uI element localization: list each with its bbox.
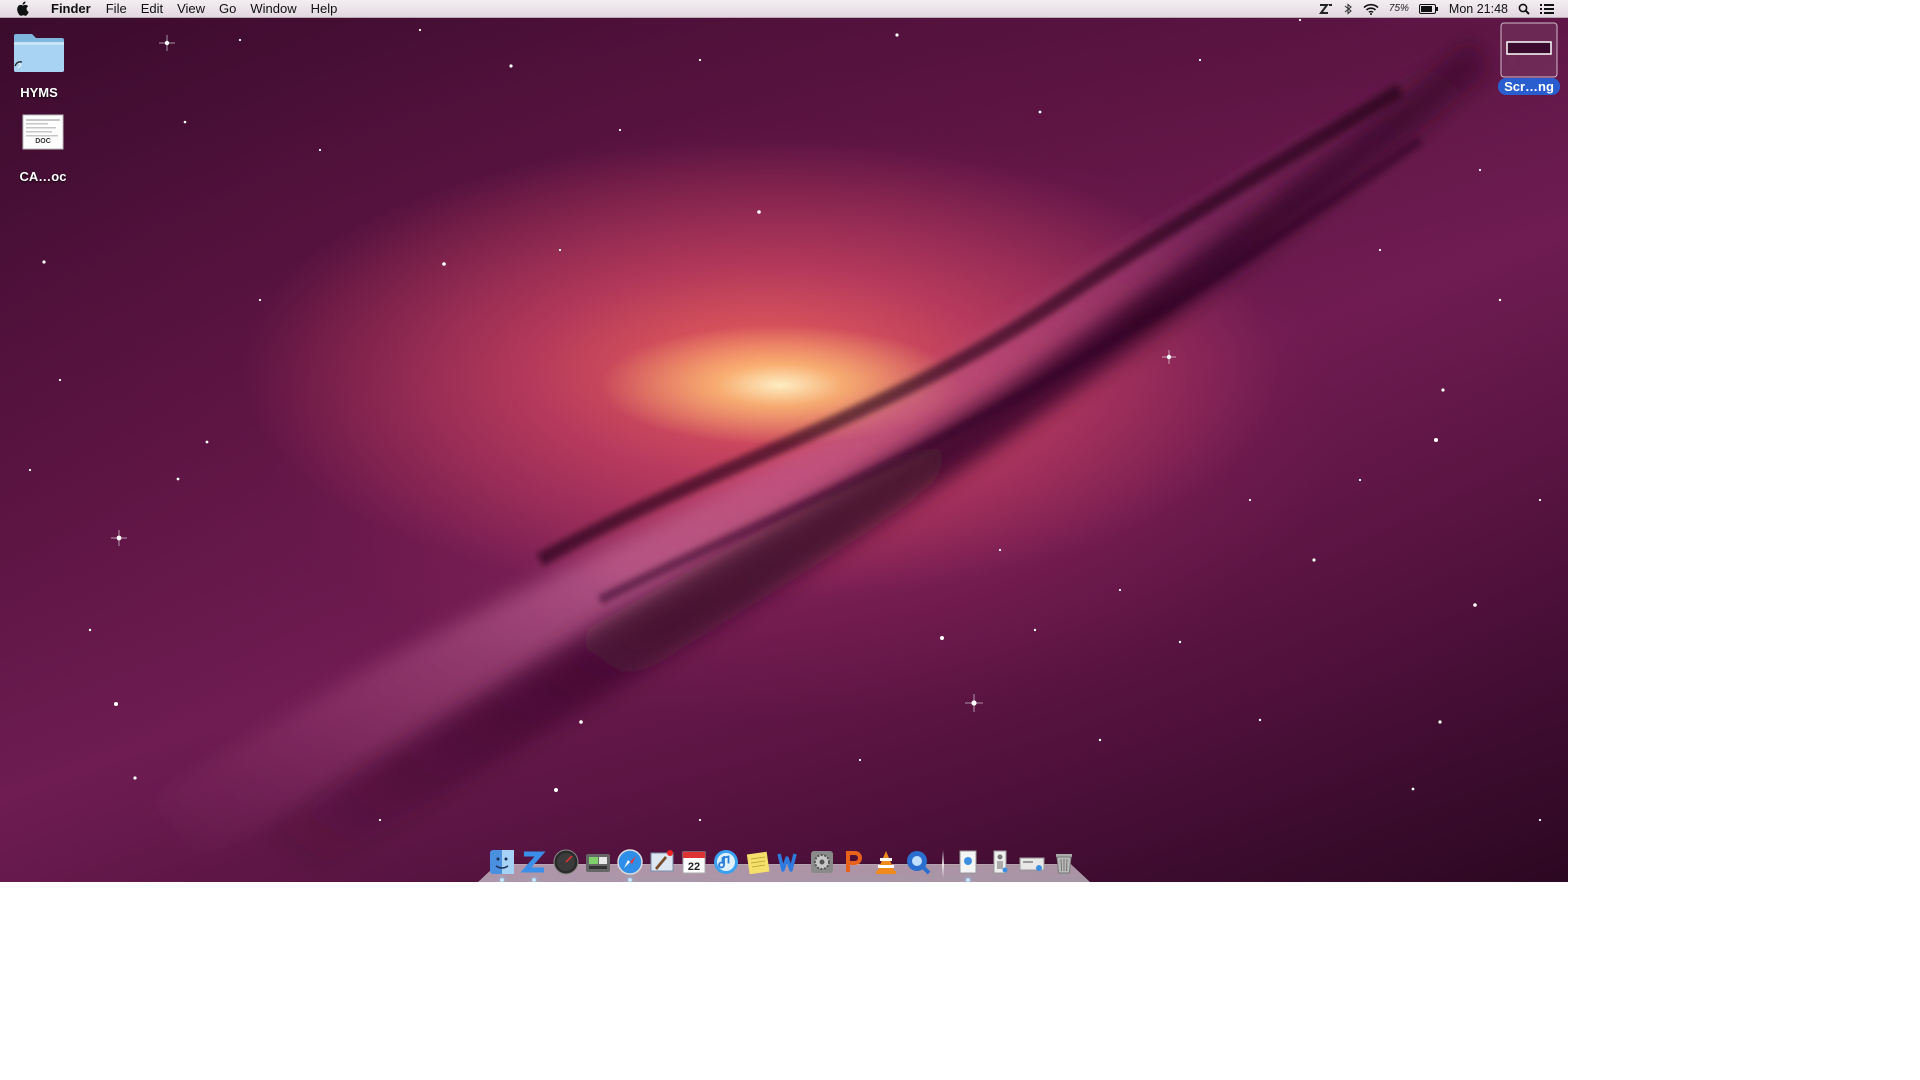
desktop-icon-label: HYMS <box>20 85 58 100</box>
ical-icon[interactable]: 22 <box>680 846 708 878</box>
applications-stack-icon[interactable] <box>954 846 982 882</box>
image-capture-icon[interactable] <box>584 846 612 878</box>
mail-icon[interactable] <box>648 846 676 878</box>
doc-badge: DOC <box>35 138 51 145</box>
menu-window[interactable]: Window <box>243 0 303 17</box>
ical-date: 22 <box>688 861 700 873</box>
screenshot-png-icon <box>1500 22 1558 78</box>
desktop-icon-ca-doc[interactable]: DOC CA…oc <box>0 112 88 185</box>
folder-alias-icon <box>10 28 68 80</box>
spotlight-search-icon[interactable] <box>1518 0 1530 17</box>
desktop-icon-label: CA…oc <box>19 169 67 184</box>
downloads-stack-icon[interactable] <box>1018 846 1046 878</box>
desktop: Finder File Edit View Go Window Help 75%… <box>0 0 1568 882</box>
zend-tray-icon[interactable] <box>1318 0 1333 17</box>
bluetooth-icon[interactable] <box>1343 0 1353 17</box>
battery-percentage[interactable]: 75% <box>1389 3 1409 14</box>
menu-view[interactable]: View <box>170 0 212 17</box>
starfield <box>28 18 1542 822</box>
menu-go[interactable]: Go <box>212 0 243 17</box>
menu-edit[interactable]: Edit <box>134 0 170 17</box>
notification-center-icon[interactable] <box>1540 0 1554 17</box>
documents-stack-icon[interactable] <box>986 846 1014 878</box>
running-indicator <box>500 878 504 882</box>
zend-studio-icon[interactable] <box>520 846 548 882</box>
system-preferences-icon[interactable] <box>808 846 836 878</box>
finder-icon[interactable] <box>488 846 516 882</box>
running-indicator <box>628 878 632 882</box>
safari-icon[interactable] <box>616 846 644 882</box>
itunes-icon[interactable] <box>712 846 740 878</box>
menu-file[interactable]: File <box>99 0 134 17</box>
dock: 22 <box>478 840 1090 882</box>
word-icon[interactable] <box>776 846 804 878</box>
menu-bar: Finder File Edit View Go Window Help 75%… <box>0 0 1568 18</box>
stickies-icon[interactable] <box>744 846 772 878</box>
running-indicator <box>532 878 536 882</box>
vlc-icon[interactable] <box>872 846 900 878</box>
app-menu-finder[interactable]: Finder <box>44 0 99 17</box>
dock-separator <box>942 850 944 878</box>
quicktime-icon[interactable] <box>904 846 932 878</box>
doc-file-icon: DOC <box>14 112 72 164</box>
desktop-icon-hyms[interactable]: HYMS <box>0 28 84 101</box>
desktop-icon-label: Scr…ng <box>1498 78 1560 95</box>
powerpoint-icon[interactable] <box>840 846 868 878</box>
trash-icon[interactable] <box>1050 846 1078 878</box>
desktop-icon-screenshot[interactable]: Scr…ng <box>1484 22 1568 95</box>
menu-clock[interactable]: Mon 21:48 <box>1449 2 1508 16</box>
menu-help[interactable]: Help <box>304 0 345 17</box>
running-indicator <box>966 878 970 882</box>
dashboard-icon[interactable] <box>552 846 580 878</box>
battery-icon[interactable] <box>1418 0 1439 17</box>
wifi-icon[interactable] <box>1363 0 1379 17</box>
apple-menu-icon[interactable] <box>0 0 44 17</box>
